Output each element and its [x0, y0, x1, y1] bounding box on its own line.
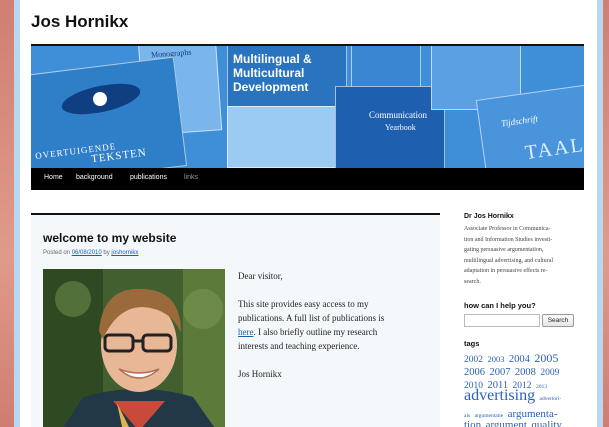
book-title: Communication [369, 110, 427, 120]
post-line-1: This site provides easy access to my [238, 299, 369, 309]
post-title[interactable]: welcome to my website [43, 231, 176, 245]
site-title[interactable]: Jos Hornikx [31, 12, 128, 32]
nav-home[interactable]: Home [44, 174, 63, 181]
sidebar-bio-line: search. [464, 278, 481, 285]
sidebar-bio-line: adaptation in persuasive effects re- [464, 268, 548, 274]
search-button[interactable]: Search [542, 314, 574, 327]
tag-link[interactable]: quality [531, 419, 562, 427]
search-heading: how can I help you? [464, 301, 536, 310]
main-navigation: Home background publications links [31, 168, 584, 190]
search-input[interactable] [464, 314, 540, 327]
post-author-link[interactable]: joshornikx [111, 250, 138, 256]
post-date-link[interactable]: 06/08/2010 [72, 250, 102, 256]
book-title: Development [233, 80, 309, 94]
portrait-image [43, 269, 225, 427]
page-border-right [597, 0, 603, 427]
sidebar-name: Dr Jos Hornikx [464, 213, 514, 220]
eye-pupil [93, 92, 107, 106]
nav-publications[interactable]: publications [130, 174, 167, 181]
book-title: Yearbook [385, 123, 416, 132]
sidebar-bio-line: tion and Information Studies investi- [464, 236, 553, 243]
post-line-3-rest: . I also briefly outline my research [253, 327, 378, 337]
post-meta: Posted on 06/08/2010 by joshornikx [43, 250, 138, 256]
book-cover [227, 106, 339, 168]
post-line-4: interests and teaching experience. [238, 341, 360, 351]
post-signature: Jos Hornikx [238, 369, 282, 379]
posted-prefix: Posted on [43, 250, 71, 256]
tag-link[interactable]: advertori- [540, 396, 562, 402]
sidebar-bio-line: Associate Professor in Communica- [464, 226, 551, 232]
header-banner[interactable]: Monographs OVERTUIGENDE TEKSTEN Multilin… [31, 46, 584, 168]
sidebar-bio-line: multilingual advertising, and cultural [464, 257, 553, 264]
nav-links[interactable]: links [184, 174, 198, 181]
main-content: welcome to my website Posted on 06/08/20… [31, 213, 440, 427]
post-line-3: here. I also briefly outline my research [238, 325, 377, 339]
tag-link[interactable]: advertising [464, 387, 535, 404]
tag-row: tion argument quality [464, 416, 562, 427]
posted-by: by [103, 250, 110, 256]
sidebar-bio-line: gating persuasive argumentation, [464, 247, 544, 253]
book-title: Multicultural [233, 66, 305, 80]
author-photo [43, 269, 225, 427]
post-greeting: Dear visitor, [238, 271, 283, 281]
nav-background[interactable]: background [76, 174, 113, 181]
tag-link[interactable]: argument [486, 419, 527, 427]
publications-here-link[interactable]: here [238, 327, 254, 337]
tag-row: advertising advertori- [464, 388, 561, 404]
tags-heading: tags [464, 339, 480, 348]
tag-link[interactable]: tion [464, 419, 481, 427]
post-line-2: publications. A full list of publication… [238, 313, 385, 323]
book-title: Multilingual & [233, 52, 312, 66]
page-container: Jos Hornikx Monographs OVERTUIGENDE TEKS… [20, 0, 597, 427]
